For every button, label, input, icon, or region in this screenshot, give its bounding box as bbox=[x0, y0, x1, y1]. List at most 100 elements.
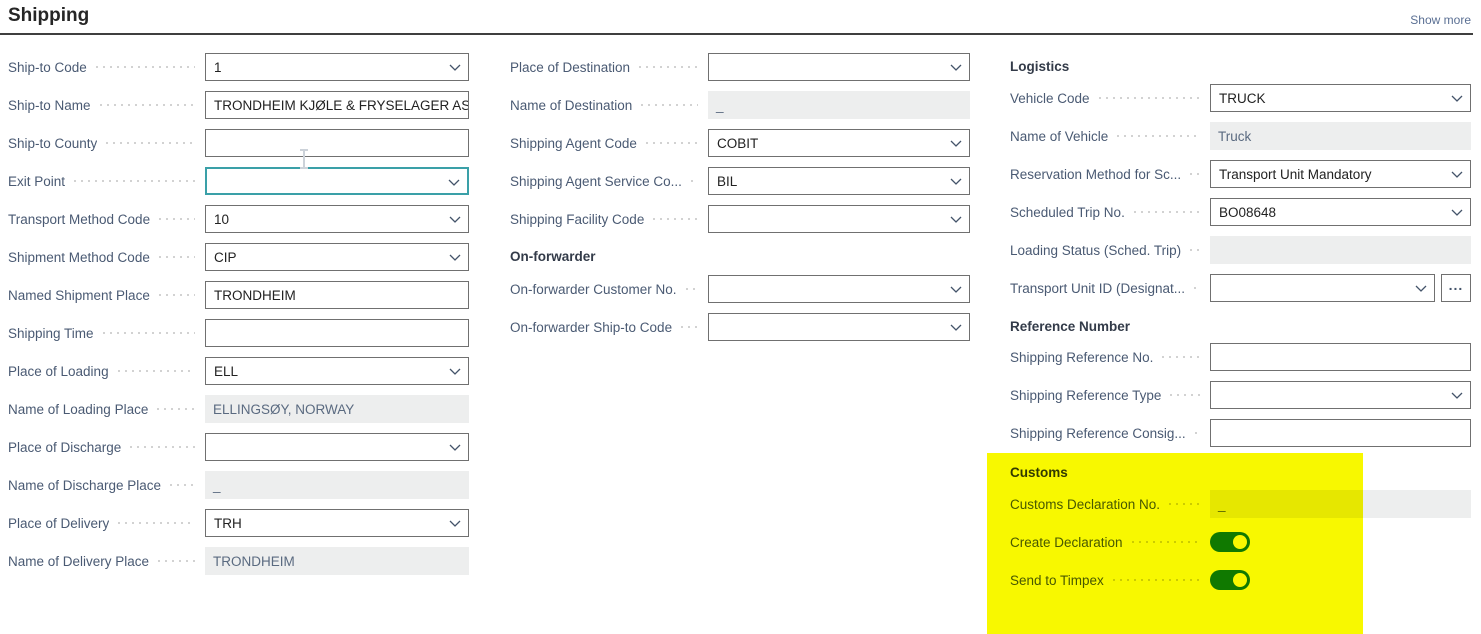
ship-to-code-combobox[interactable]: 1 bbox=[205, 53, 469, 81]
field-row: On-forwarder Ship-to Code bbox=[510, 313, 970, 341]
field-label: Reservation Method for Sc... bbox=[1010, 167, 1181, 182]
name-of-discharge-place-field: _ bbox=[205, 471, 469, 499]
dotted-leader bbox=[1190, 173, 1200, 175]
field-row: Shipping Reference Type bbox=[1010, 381, 1471, 409]
field-label: Ship-to County bbox=[8, 136, 97, 151]
dotted-leader bbox=[103, 332, 195, 334]
text-cursor bbox=[303, 151, 305, 167]
dotted-leader bbox=[159, 218, 195, 220]
shipping-time-input[interactable] bbox=[205, 319, 469, 347]
toggle-knob bbox=[1233, 535, 1247, 549]
transport-unit-id-combobox[interactable] bbox=[1210, 274, 1435, 302]
chevron-down-icon[interactable] bbox=[950, 216, 962, 223]
field-label: Transport Unit ID (Designat... bbox=[1010, 281, 1185, 296]
dotted-leader bbox=[646, 142, 698, 144]
show-more-link[interactable]: Show more bbox=[1410, 13, 1471, 27]
place-of-destination-combobox[interactable] bbox=[708, 53, 970, 81]
chevron-down-icon[interactable] bbox=[950, 324, 962, 331]
dotted-leader bbox=[158, 560, 195, 562]
dotted-leader bbox=[1194, 287, 1200, 289]
on-forwarder-customer-no-combobox[interactable] bbox=[708, 275, 970, 303]
field-row: Place of Destination bbox=[510, 53, 970, 81]
dotted-leader bbox=[118, 522, 195, 524]
dotted-leader bbox=[686, 288, 698, 290]
field-row: Shipping Agent Service Co... BIL bbox=[510, 167, 970, 195]
field-row: Name of Destination _ bbox=[510, 91, 970, 119]
shipping-reference-consignee-input[interactable] bbox=[1210, 419, 1471, 447]
dotted-leader bbox=[159, 256, 195, 258]
place-of-loading-combobox[interactable]: ELL bbox=[205, 357, 469, 385]
field-label: Shipping Reference Type bbox=[1010, 388, 1161, 403]
dotted-leader bbox=[130, 446, 195, 448]
field-row: Scheduled Trip No. BO08648 bbox=[1010, 198, 1471, 226]
chevron-down-icon[interactable] bbox=[1415, 285, 1427, 292]
shipment-method-code-combobox[interactable]: CIP bbox=[205, 243, 469, 271]
field-row: Ship-to Name TRONDHEIM KJØLE & FRYSELAGE… bbox=[8, 91, 469, 119]
dotted-leader bbox=[1117, 135, 1200, 137]
column-left: Ship-to Code 1 Ship-to Name TRONDHEIM KJ… bbox=[8, 53, 469, 585]
field-label: Shipment Method Code bbox=[8, 250, 150, 265]
on-forwarder-ship-to-code-combobox[interactable] bbox=[708, 313, 970, 341]
field-label: Place of Destination bbox=[510, 60, 630, 75]
shipping-agent-code-combobox[interactable]: COBIT bbox=[708, 129, 970, 157]
section-heading-customs: Customs bbox=[1010, 463, 1471, 483]
field-label: Create Declaration bbox=[1010, 535, 1123, 550]
dotted-leader bbox=[1170, 394, 1200, 396]
create-declaration-toggle[interactable] bbox=[1210, 532, 1250, 552]
field-label: Name of Vehicle bbox=[1010, 129, 1108, 144]
chevron-down-icon[interactable] bbox=[449, 444, 461, 451]
field-label: Name of Discharge Place bbox=[8, 478, 161, 493]
place-of-discharge-combobox[interactable] bbox=[205, 433, 469, 461]
field-row: Shipping Reference No. bbox=[1010, 343, 1471, 371]
chevron-down-icon[interactable] bbox=[448, 179, 460, 186]
chevron-down-icon[interactable] bbox=[1451, 392, 1463, 399]
name-of-destination-field: _ bbox=[708, 91, 970, 119]
customs-declaration-no-field: _ bbox=[1210, 490, 1471, 518]
field-label: Shipping Reference Consig... bbox=[1010, 426, 1186, 441]
field-row: Ship-to Code 1 bbox=[8, 53, 469, 81]
dotted-leader bbox=[691, 180, 698, 182]
exit-point-combobox[interactable] bbox=[205, 167, 469, 195]
dotted-leader bbox=[681, 326, 698, 328]
dotted-leader bbox=[1162, 356, 1200, 358]
section-heading-logistics: Logistics bbox=[1010, 57, 1471, 77]
ship-to-name-input[interactable]: TRONDHEIM KJØLE & FRYSELAGER AS/ C bbox=[205, 91, 469, 119]
scheduled-trip-no-combobox[interactable]: BO08648 bbox=[1210, 198, 1471, 226]
transport-method-code-combobox[interactable]: 10 bbox=[205, 205, 469, 233]
shipping-reference-no-input[interactable] bbox=[1210, 343, 1471, 371]
shipping-agent-service-code-combobox[interactable]: BIL bbox=[708, 167, 970, 195]
field-label: Shipping Agent Service Co... bbox=[510, 174, 682, 189]
send-to-timpex-toggle[interactable] bbox=[1210, 570, 1250, 590]
field-row: Exit Point bbox=[8, 167, 469, 195]
field-row: Shipping Time bbox=[8, 319, 469, 347]
vehicle-code-combobox[interactable]: TRUCK bbox=[1210, 84, 1471, 112]
section-heading-on-forwarder: On-forwarder bbox=[510, 247, 970, 267]
field-label: Name of Delivery Place bbox=[8, 554, 149, 569]
field-label: Place of Delivery bbox=[8, 516, 109, 531]
column-middle: Place of Destination Name of Destination… bbox=[510, 53, 970, 351]
field-row: Place of Loading ELL bbox=[8, 357, 469, 385]
place-of-delivery-combobox[interactable]: TRH bbox=[205, 509, 469, 537]
dotted-leader bbox=[653, 218, 698, 220]
chevron-down-icon[interactable] bbox=[950, 286, 962, 293]
reservation-method-combobox[interactable]: Transport Unit Mandatory bbox=[1210, 160, 1471, 188]
field-row: Name of Vehicle Truck bbox=[1010, 122, 1471, 150]
chevron-down-icon[interactable] bbox=[950, 64, 962, 71]
field-label: Send to Timpex bbox=[1010, 573, 1104, 588]
shipping-reference-type-combobox[interactable] bbox=[1210, 381, 1471, 409]
field-row: Loading Status (Sched. Trip) bbox=[1010, 236, 1471, 264]
assist-edit-button[interactable]: ... bbox=[1441, 274, 1471, 302]
dotted-leader bbox=[1132, 541, 1200, 543]
shipping-facility-code-combobox[interactable] bbox=[708, 205, 970, 233]
field-row: Shipping Facility Code bbox=[510, 205, 970, 233]
page-title: Shipping bbox=[8, 5, 89, 27]
dotted-leader bbox=[170, 484, 195, 486]
field-label: Name of Destination bbox=[510, 98, 632, 113]
field-row: Name of Discharge Place _ bbox=[8, 471, 469, 499]
field-row: Reservation Method for Sc... Transport U… bbox=[1010, 160, 1471, 188]
ship-to-county-input[interactable] bbox=[205, 129, 469, 157]
loading-status-field bbox=[1210, 236, 1471, 264]
named-shipment-place-input[interactable]: TRONDHEIM bbox=[205, 281, 469, 309]
dotted-leader bbox=[1113, 579, 1200, 581]
field-label: On-forwarder Ship-to Code bbox=[510, 320, 672, 335]
